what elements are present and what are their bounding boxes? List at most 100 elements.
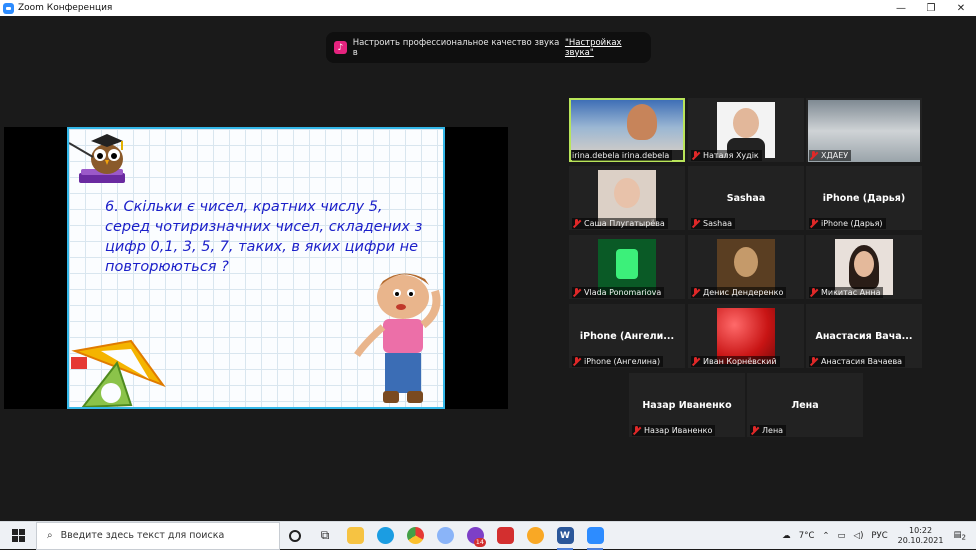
participant-tile[interactable]: Назар Иваненко Назар Иваненко — [629, 373, 745, 437]
tray-chevron-icon[interactable]: ⌃ — [822, 531, 829, 541]
participant-tile[interactable]: iPhone (Дарья) iPhone (Дарья) — [806, 166, 922, 230]
windows-logo-icon — [11, 529, 25, 542]
viber-button[interactable]: 14 — [460, 522, 490, 550]
participant-name-label: Денис Дендеренко — [691, 287, 787, 298]
cortana-button[interactable] — [280, 522, 310, 550]
participant-label-text: Денис Дендеренко — [703, 288, 784, 297]
notifications-icon[interactable]: ▤2 — [953, 530, 966, 542]
mic-muted-icon — [750, 426, 759, 435]
folder-icon — [346, 527, 364, 544]
presentation-slide: 6. Скільки є чисел, кратних числу 5, сер… — [67, 127, 445, 409]
participant-tile[interactable]: irina.debela irina.debela — [569, 98, 685, 162]
mic-muted-icon — [691, 357, 700, 366]
windows-taskbar: ⌕ Введите здесь текст для поиска ⧉ 14 W … — [0, 521, 976, 550]
participant-name-label: irina.debela irina.debela — [572, 150, 673, 161]
participant-tile[interactable]: Саша Плугатырёва — [569, 166, 685, 230]
mail-icon — [496, 527, 514, 544]
system-tray: ☁ 7°C ⌃ ▭ ◁) РУС 10:22 20.10.2021 ▤2 — [778, 522, 976, 550]
chrome-button[interactable] — [400, 522, 430, 550]
close-button[interactable]: ✕ — [946, 0, 976, 16]
clock-date: 20.10.2021 — [897, 536, 944, 545]
language-indicator[interactable]: РУС — [871, 531, 887, 541]
notifications-count: 2 — [961, 532, 966, 542]
participant-name-label: Наталя Худік — [691, 150, 762, 161]
participant-tile[interactable]: Vlada Ponomariova — [569, 235, 685, 299]
edge-button[interactable] — [370, 522, 400, 550]
owl-teacher-icon — [69, 134, 125, 183]
audio-settings-link[interactable]: "Настройках звука" — [565, 38, 651, 58]
mic-muted-icon — [809, 151, 818, 160]
word-button[interactable]: W — [550, 522, 580, 550]
clock-time: 10:22 — [909, 526, 933, 535]
participant-tile[interactable]: ХДАЕУ — [806, 98, 922, 162]
participant-label-text: Саша Плугатырёва — [584, 219, 665, 228]
thinking-boy-icon — [354, 273, 441, 403]
participant-name-label: Анастасия Вачаева — [809, 356, 906, 367]
browser-icon — [526, 527, 544, 544]
participant-name-label: Назар Иваненко — [632, 425, 716, 436]
zoom-icon — [586, 527, 604, 544]
maximize-button[interactable]: ❐ — [916, 0, 946, 16]
participant-label-text: ХДАЕУ — [821, 151, 849, 160]
mail-button[interactable] — [490, 522, 520, 550]
participant-label-text: Иван Корнёвский — [703, 357, 777, 366]
participant-name-label: iPhone (Дарья) — [809, 218, 886, 229]
participant-label-text: irina.debela irina.debela — [572, 151, 670, 160]
participant-label-text: Анастасия Вачаева — [821, 357, 903, 366]
audio-quality-notice: ♪ Настроить профессиональное качество зв… — [326, 32, 651, 63]
minimize-button[interactable]: — — [886, 0, 916, 16]
volume-icon[interactable]: ◁) — [854, 531, 864, 541]
search-placeholder: Введите здесь текст для поиска — [60, 530, 225, 541]
weather-temp: 7°C — [798, 531, 815, 541]
participant-tile[interactable]: Иван Корнёвский — [688, 304, 804, 368]
participant-tile[interactable]: Микитас Анна — [806, 235, 922, 299]
word-icon: W — [556, 527, 574, 544]
participant-tile[interactable]: Лена Лена — [747, 373, 863, 437]
network-icon[interactable]: ▭ — [838, 531, 846, 541]
weather-cloud-icon: ☁ — [782, 531, 791, 541]
participant-label-text: iPhone (Ангелина) — [584, 357, 661, 366]
participant-label-text: Назар Иваненко — [644, 426, 713, 435]
mic-muted-icon — [572, 357, 581, 366]
mic-muted-icon — [632, 426, 641, 435]
mic-muted-icon — [691, 219, 700, 228]
search-icon: ⌕ — [47, 530, 53, 541]
task-view-icon: ⧉ — [320, 528, 330, 542]
participant-label-text: Sashaa — [703, 219, 733, 228]
palette-icon — [436, 527, 454, 544]
participant-tile[interactable]: Денис Дендеренко — [688, 235, 804, 299]
task-text: 6. Скільки є чисел, кратних числу 5, сер… — [105, 199, 423, 275]
paint-button[interactable] — [430, 522, 460, 550]
mic-muted-icon — [691, 288, 700, 297]
chrome-icon — [406, 527, 424, 544]
browser-button[interactable] — [520, 522, 550, 550]
notice-text: Настроить профессиональное качество звук… — [352, 37, 560, 58]
participant-name-label: ХДАЕУ — [809, 150, 852, 161]
edge-icon — [376, 527, 394, 544]
participant-name-label: Vlada Ponomariova — [572, 287, 665, 298]
participant-name-label: Sashaa — [691, 218, 736, 229]
zoom-taskbar-button[interactable] — [580, 522, 610, 550]
participant-label-text: Наталя Худік — [703, 151, 759, 160]
start-button[interactable] — [0, 522, 36, 550]
viber-badge: 14 — [473, 537, 486, 547]
participant-label-text: Микитас Анна — [821, 288, 881, 297]
participant-tile[interactable]: Sashaa Sashaa — [688, 166, 804, 230]
mic-muted-icon — [809, 288, 818, 297]
participant-name-label: Иван Корнёвский — [691, 356, 780, 367]
mic-muted-icon — [809, 219, 818, 228]
cortana-circle-icon — [289, 529, 301, 542]
task-view-button[interactable]: ⧉ — [310, 522, 340, 550]
participant-tile[interactable]: iPhone (Ангели... iPhone (Ангелина) — [569, 304, 685, 368]
ruler-triangles-icon — [71, 339, 166, 407]
mic-muted-icon — [572, 288, 581, 297]
window-title: Zoom Конференция — [18, 3, 113, 13]
participant-name-label: iPhone (Ангелина) — [572, 356, 664, 367]
explorer-button[interactable] — [340, 522, 370, 550]
participant-tile[interactable]: Наталя Худік — [688, 98, 804, 162]
clock[interactable]: 10:22 20.10.2021 — [898, 526, 944, 546]
title-bar: Zoom Конференция — ❐ ✕ — [0, 0, 976, 16]
participant-video — [571, 100, 683, 150]
participant-tile[interactable]: Анастасия Вача... Анастасия Вачаева — [806, 304, 922, 368]
taskbar-search-box[interactable]: ⌕ Введите здесь текст для поиска — [36, 521, 280, 550]
